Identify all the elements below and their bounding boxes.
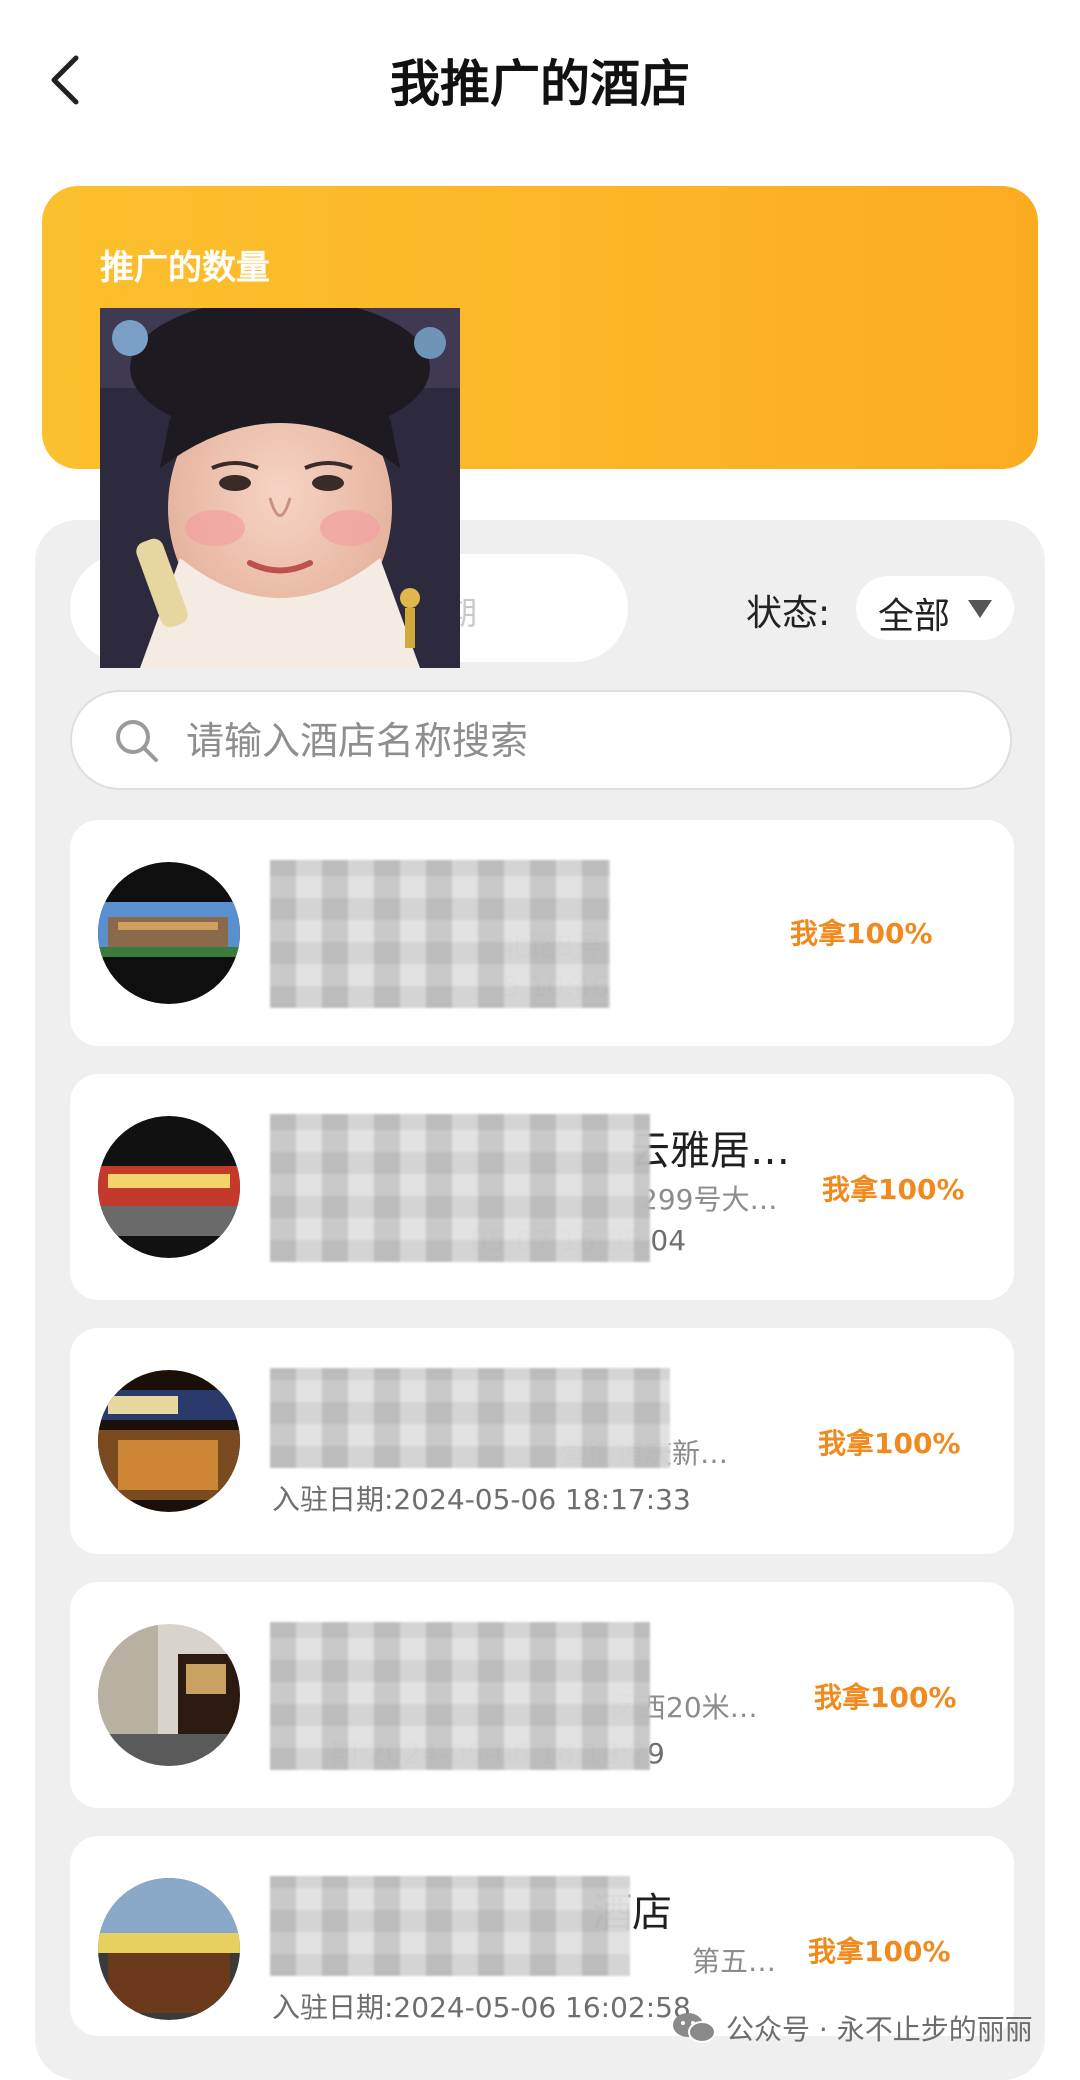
blur-overlay	[270, 1368, 670, 1468]
hotel-card[interactable]: 酒店 第五… 入驻日期:2024-05-06 16:02:58 我拿100%	[70, 1836, 1014, 2036]
watermark-text: 公众号 · 永不止步的丽丽	[726, 2013, 1033, 2046]
hotel-card[interactable]: 闵西20米… 期:2024-05-06 16:18:29 我拿100%	[70, 1582, 1014, 1808]
caret-down-icon	[968, 600, 992, 618]
commission-badge: 我拿100%	[808, 1935, 951, 1968]
commission-badge: 我拿100%	[818, 1427, 961, 1460]
hotel-card[interactable]: 云雅居… 299号大… 05-07 16:05:04 我拿100%	[70, 1074, 1014, 1300]
commission-badge: 我拿100%	[814, 1681, 957, 1714]
overlay-photo	[100, 308, 460, 668]
hotel-avatar	[98, 1878, 240, 2020]
search-input[interactable]	[184, 710, 968, 772]
wechat-icon	[673, 2013, 716, 2043]
blur-overlay	[270, 1622, 650, 1770]
search-bar[interactable]	[70, 690, 1012, 790]
commission-badge: 我拿100%	[790, 917, 933, 950]
blur-overlay	[270, 860, 610, 1008]
commission-badge: 我拿100%	[822, 1173, 965, 1206]
page-title: 我推广的酒店	[390, 55, 690, 113]
hotel-card[interactable]: 北路8号 5 10:46 我拿100%	[70, 820, 1014, 1046]
hotel-avatar	[98, 862, 240, 1004]
status-label: 状态:	[746, 593, 831, 634]
banner-label: 推广的数量	[100, 248, 270, 288]
status-value: 全部	[878, 596, 951, 637]
blur-overlay	[270, 1114, 650, 1262]
search-icon	[116, 720, 158, 762]
hotel-avatar	[98, 1624, 240, 1766]
hotel-date: 入驻日期:2024-05-06 18:17:33	[272, 1483, 691, 1516]
hotel-avatar	[98, 1116, 240, 1258]
header-bar: 我推广的酒店	[0, 0, 1080, 150]
blur-overlay	[270, 1876, 630, 1976]
watermark: 公众号 · 永不止步的丽丽	[672, 2008, 1033, 2048]
hotel-card[interactable]: 营街道庆新… 入驻日期:2024-05-06 18:17:33 我拿100%	[70, 1328, 1014, 1554]
hotel-avatar	[98, 1370, 240, 1512]
status-dropdown[interactable]: 全部	[856, 576, 1014, 640]
